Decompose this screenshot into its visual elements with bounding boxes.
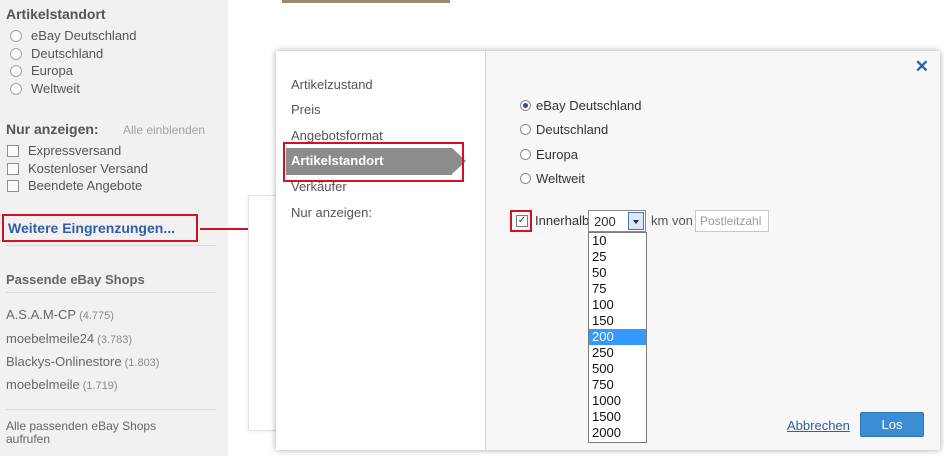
dropdown-option[interactable]: 1000 xyxy=(589,393,646,409)
km-label: km von xyxy=(651,213,693,228)
show-only-heading: Nur anzeigen: xyxy=(6,121,99,137)
shop-link[interactable]: moebelmeile (1.719) xyxy=(6,377,118,392)
sidebar-location-option[interactable]: eBay Deutschland xyxy=(10,28,137,43)
shop-link[interactable]: moebelmeile24 (3.783) xyxy=(6,331,132,346)
nav-item-condition[interactable]: Artikelzustand xyxy=(291,77,373,92)
sidebar-location-option[interactable]: Europa xyxy=(10,63,73,78)
sidebar-show-option[interactable]: Kostenloser Versand xyxy=(7,161,148,176)
radio-button[interactable] xyxy=(520,149,531,160)
nav-item-show-only[interactable]: Nur anzeigen: xyxy=(291,205,372,220)
dialog-body: ✕ eBay Deutschland Deutschland Europa We… xyxy=(486,51,940,450)
dropdown-option[interactable]: 75 xyxy=(589,281,646,297)
radio-button[interactable] xyxy=(10,64,22,77)
checkbox[interactable] xyxy=(7,179,19,192)
shop-count: (4.775) xyxy=(79,310,114,322)
distance-label: Innerhalb xyxy=(535,213,590,228)
dropdown-option[interactable]: 750 xyxy=(589,377,646,393)
dropdown-option[interactable]: 10 xyxy=(589,233,646,249)
dropdown-option[interactable]: 150 xyxy=(589,313,646,329)
checkbox[interactable] xyxy=(7,144,19,157)
close-icon[interactable]: ✕ xyxy=(915,57,929,77)
shop-link[interactable]: A.S.A.M-CP (4.775) xyxy=(6,307,114,322)
filter-sidebar: Artikelstandort eBay Deutschland Deutsch… xyxy=(0,0,228,456)
dropdown-option[interactable]: 500 xyxy=(589,361,646,377)
dropdown-option[interactable]: 50 xyxy=(589,265,646,281)
distance-checkbox[interactable]: ✓ xyxy=(516,215,528,227)
dropdown-option[interactable]: 100 xyxy=(589,297,646,313)
nav-item-price[interactable]: Preis xyxy=(291,102,321,117)
radio-button[interactable] xyxy=(10,29,22,42)
nav-item-format[interactable]: Angebotsformat xyxy=(291,128,383,143)
shop-count: (1.803) xyxy=(124,357,160,369)
location-heading: Artikelstandort xyxy=(6,6,106,22)
submit-button[interactable]: Los xyxy=(860,412,924,437)
divider xyxy=(6,245,216,246)
dropdown-option[interactable]: 25 xyxy=(589,249,646,265)
distance-dropdown-list: 10 25 50 75 100 150 200 250 500 750 1000… xyxy=(588,232,647,443)
annotation-highlight xyxy=(283,142,464,182)
more-filters-link[interactable]: Weitere Eingrenzungen... xyxy=(2,214,198,242)
location-option[interactable]: Europa xyxy=(520,147,578,162)
checkbox[interactable] xyxy=(7,162,19,175)
location-option[interactable]: eBay Deutschland xyxy=(520,98,642,113)
show-all-link[interactable]: Alle einblenden xyxy=(123,123,205,137)
dropdown-option[interactable]: 2000 xyxy=(589,425,646,441)
all-shops-link[interactable]: Alle passenden eBay Shops aufrufen xyxy=(6,420,196,446)
location-option[interactable]: Weltweit xyxy=(520,171,585,186)
dropdown-option-selected[interactable]: 200 xyxy=(589,329,646,345)
sidebar-location-option[interactable]: Deutschland xyxy=(10,46,103,61)
shop-count: (3.783) xyxy=(97,334,133,346)
zip-code-input[interactable]: Postleitzahl xyxy=(695,210,769,232)
sidebar-show-option[interactable]: Beendete Angebote xyxy=(7,178,142,193)
chevron-down-icon[interactable] xyxy=(628,212,644,230)
shops-heading: Passende eBay Shops xyxy=(6,272,145,287)
refine-dialog: Artikelzustand Preis Angebotsformat Arti… xyxy=(276,51,940,450)
divider xyxy=(6,409,216,410)
divider xyxy=(6,292,216,293)
radio-button-selected[interactable] xyxy=(520,100,531,111)
sidebar-show-option[interactable]: Expressversand xyxy=(7,143,121,158)
dropdown-option[interactable]: 250 xyxy=(589,345,646,361)
dropdown-option[interactable]: 1500 xyxy=(589,409,646,425)
dialog-nav: Artikelzustand Preis Angebotsformat Arti… xyxy=(276,51,486,450)
location-option[interactable]: Deutschland xyxy=(520,122,608,137)
listing-thumbnail xyxy=(282,0,450,3)
distance-select[interactable]: 200 xyxy=(588,210,646,232)
shop-link[interactable]: Blackys-Onlinestore (1.803) xyxy=(6,354,159,369)
nav-item-seller[interactable]: Verkäufer xyxy=(291,179,347,194)
radio-button[interactable] xyxy=(520,124,531,135)
sidebar-location-option[interactable]: Weltweit xyxy=(10,81,80,96)
radio-button[interactable] xyxy=(10,47,22,60)
cancel-link[interactable]: Abbrechen xyxy=(787,418,850,433)
radio-button[interactable] xyxy=(10,82,22,95)
shop-count: (1.719) xyxy=(82,380,118,392)
radio-button[interactable] xyxy=(520,173,531,184)
